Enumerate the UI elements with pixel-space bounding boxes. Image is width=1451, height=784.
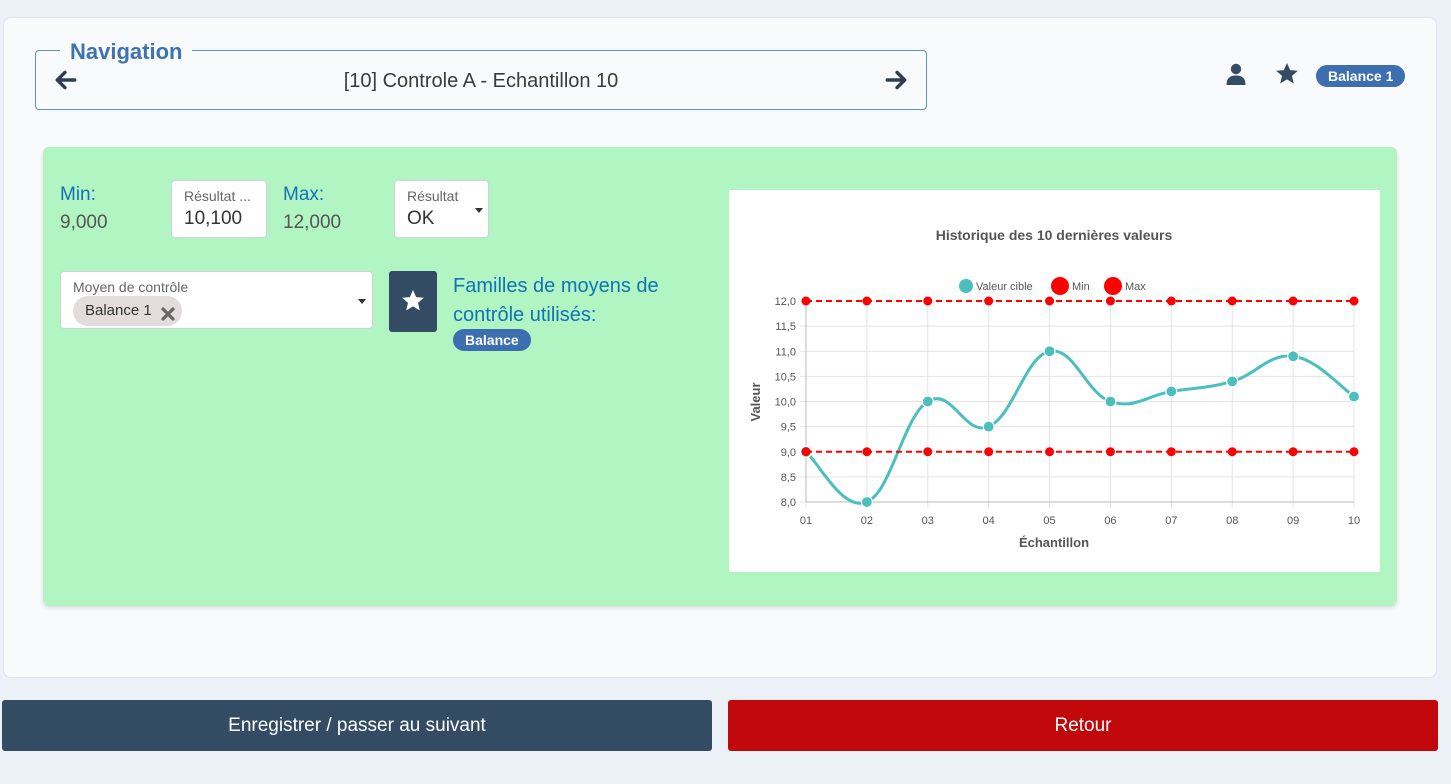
data-point-1-3 — [984, 447, 994, 457]
moyen-chip: Balance 1 — [73, 296, 182, 326]
data-point-0-5 — [1104, 395, 1117, 408]
x-tick-label: 08 — [1226, 515, 1238, 527]
x-axis-label: Échantillon — [1019, 535, 1089, 550]
result-input-label: Résultat ... — [184, 188, 251, 204]
legend-label-0: Valeur cible — [976, 281, 1033, 293]
legend-marker-1 — [1051, 277, 1069, 295]
chevron-down-icon — [475, 208, 483, 213]
data-point-0-3 — [982, 420, 995, 433]
familles-label: Familles de moyens de contrôle utilisés: — [453, 275, 659, 326]
close-icon[interactable] — [160, 303, 176, 321]
legend-marker-0 — [959, 279, 973, 293]
arrow-left-icon[interactable] — [53, 67, 79, 93]
data-point-1-7 — [1227, 447, 1237, 457]
x-tick-label: 10 — [1348, 515, 1360, 527]
star-icon — [402, 289, 424, 311]
y-tick-label: 12,0 — [775, 296, 796, 308]
history-chart-svg: Historique des 10 dernières valeurs 8,0 8,… — [748, 227, 1361, 550]
x-tick-label: 02 — [861, 515, 873, 527]
data-point-2-8 — [1288, 296, 1298, 306]
data-point-0-2 — [921, 395, 934, 408]
user-icon[interactable] — [1224, 62, 1248, 86]
max-label: Max: — [283, 184, 325, 205]
arrow-right-icon[interactable] — [883, 67, 909, 93]
y-tick-label: 11,0 — [775, 346, 796, 358]
favorite-button[interactable] — [389, 271, 437, 332]
result-select-value: OK — [407, 208, 435, 229]
result-input-value: 10,100 — [184, 208, 243, 229]
data-point-2-9 — [1349, 296, 1359, 306]
data-point-0-6 — [1165, 385, 1178, 398]
moyen-select[interactable]: Moyen de contrôle Balance 1 — [60, 271, 373, 329]
legend-marker-2 — [1104, 277, 1122, 295]
x-tick-label: 01 — [800, 515, 812, 527]
x-tick-label: 07 — [1165, 515, 1177, 527]
moyen-chip-label: Balance 1 — [85, 302, 152, 319]
balance-badge: Balance 1 — [1316, 65, 1406, 87]
x-tick-label: 03 — [922, 515, 934, 527]
data-point-2-7 — [1227, 296, 1237, 306]
star-icon[interactable] — [1274, 61, 1300, 87]
navigation-legend: Navigation — [60, 38, 193, 66]
data-point-2-2 — [923, 296, 933, 306]
result-select-label: Résultat — [407, 188, 459, 204]
data-point-2-3 — [984, 296, 994, 306]
legend-label-1: Min — [1072, 281, 1090, 293]
data-point-1-8 — [1288, 447, 1298, 457]
save-next-button[interactable]: Enregistrer / passer au suivant — [2, 700, 712, 751]
y-tick-label: 10,5 — [775, 371, 796, 383]
chevron-down-icon — [358, 299, 366, 304]
y-tick-label: 10,0 — [775, 397, 796, 409]
legend-label-2: Max — [1125, 281, 1146, 293]
y-tick-label: 11,5 — [775, 321, 796, 333]
data-point-1-2 — [923, 447, 933, 457]
familles-badge: Balance — [453, 329, 531, 351]
y-tick-label: 8,5 — [781, 472, 796, 484]
y-tick-label: 8,0 — [781, 497, 796, 509]
data-point-2-0 — [801, 296, 811, 306]
data-point-2-5 — [1105, 296, 1115, 306]
x-tick-label: 05 — [1043, 515, 1055, 527]
data-point-2-1 — [862, 296, 872, 306]
y-axis-label: Valeur — [748, 382, 763, 421]
data-point-0-1 — [860, 495, 873, 509]
moyen-select-label: Moyen de contrôle — [73, 279, 189, 295]
x-tick-label: 09 — [1287, 515, 1299, 527]
navigation-title: [10] Controle A - Echantillon 10 — [343, 70, 619, 92]
y-tick-label: 9,5 — [781, 422, 796, 434]
y-tick-label: 9,0 — [781, 447, 796, 459]
data-point-0-9 — [1347, 390, 1361, 403]
data-point-1-4 — [1045, 447, 1055, 457]
back-button[interactable]: Retour — [728, 700, 1438, 751]
result-select[interactable]: Résultat OK — [394, 180, 489, 238]
history-chart: Historique des 10 dernières valeurs 8,0 8,… — [729, 190, 1380, 572]
result-input[interactable]: Résultat ... 10,100 — [171, 180, 267, 238]
data-point-2-4 — [1045, 296, 1055, 306]
max-value: 12,000 — [283, 212, 342, 233]
data-point-0-7 — [1226, 375, 1239, 388]
chart-title: Historique des 10 dernières valeurs — [936, 227, 1173, 243]
data-point-2-6 — [1166, 296, 1176, 306]
x-tick-label: 04 — [983, 515, 995, 527]
min-value: 9,000 — [60, 212, 108, 233]
data-point-1-5 — [1105, 447, 1115, 457]
data-point-0-4 — [1043, 345, 1056, 358]
data-point-1-9 — [1349, 447, 1359, 457]
min-label: Min: — [60, 184, 96, 205]
data-point-0-8 — [1287, 350, 1300, 363]
data-point-1-0 — [801, 447, 811, 457]
data-point-1-1 — [862, 447, 872, 457]
x-tick-label: 06 — [1104, 515, 1116, 527]
data-point-1-6 — [1166, 447, 1176, 457]
